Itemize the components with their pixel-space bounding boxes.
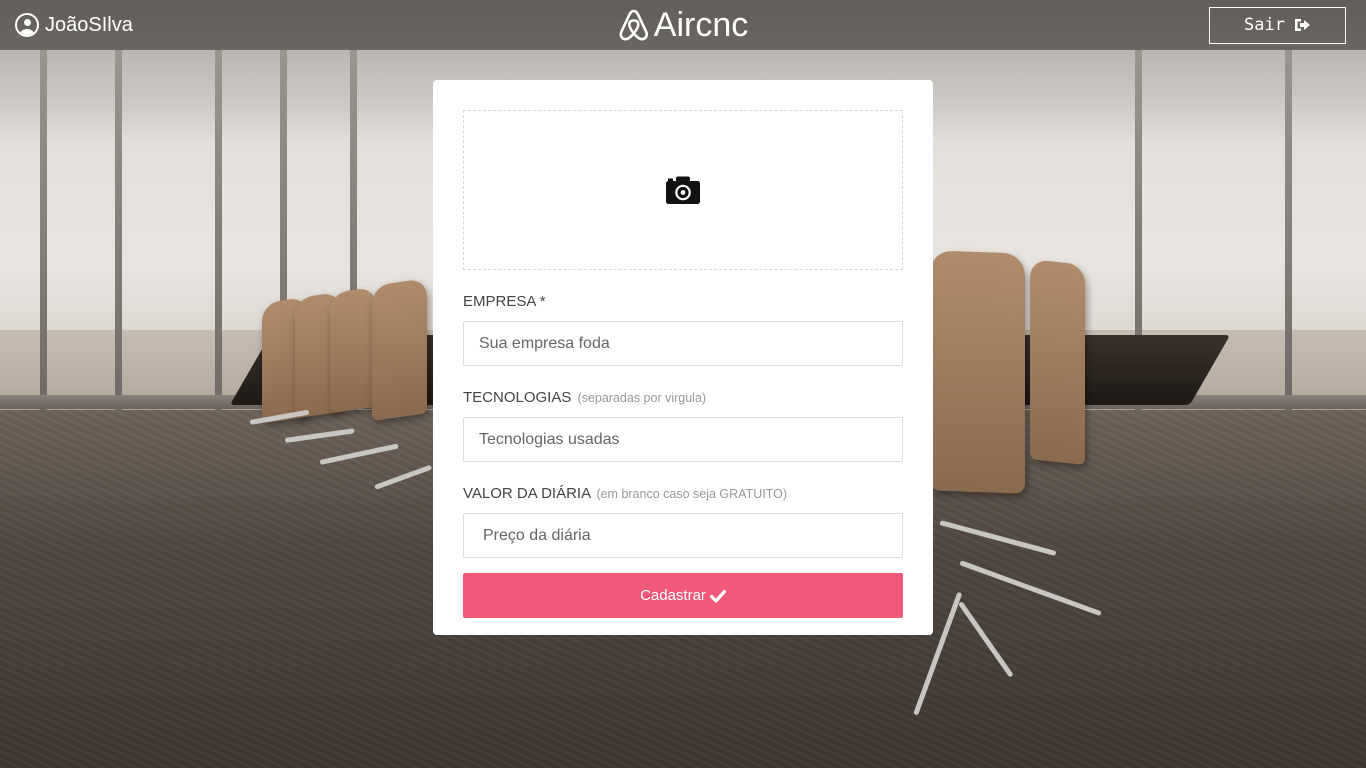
window-frame [115, 50, 122, 440]
user-circle-icon [15, 13, 39, 37]
submit-label: Cadastrar [640, 587, 706, 604]
top-bar: JoãoSIlva Aircnc Sair [0, 0, 1366, 50]
check-icon [709, 589, 726, 603]
price-hint: (em branco caso seja GRATUITO) [596, 487, 788, 501]
company-label-text: EMPRESA * [463, 293, 546, 310]
brand-name: Aircnc [653, 5, 749, 44]
techs-label-text: TECNOLOGIAS [463, 389, 572, 406]
price-label-text: VALOR DA DIÁRIA [463, 485, 591, 502]
techs-hint: (separadas por virgula) [577, 391, 707, 405]
new-spot-card: EMPRESA * TECNOLOGIAS (separadas por vir… [433, 80, 933, 635]
logout-button[interactable]: Sair [1209, 6, 1346, 44]
sign-out-icon [1294, 19, 1310, 31]
chair [330, 286, 376, 414]
chair [1030, 259, 1085, 465]
user-name: JoãoSIlva [45, 13, 133, 36]
techs-input[interactable] [463, 417, 903, 462]
company-label: EMPRESA * [463, 293, 903, 311]
price-label: VALOR DA DIÁRIA (em branco caso seja GRA… [463, 485, 903, 503]
airbnb-logo-icon [619, 9, 649, 41]
window-frame [40, 50, 47, 440]
window-frame [215, 50, 222, 440]
price-input[interactable] [463, 513, 903, 558]
user-profile[interactable]: JoãoSIlva [15, 13, 133, 37]
brand-logo[interactable]: Aircnc [618, 0, 748, 50]
techs-label: TECNOLOGIAS (separadas por virgula) [463, 389, 903, 407]
window-frame [1285, 50, 1292, 440]
camera-icon [666, 176, 700, 204]
chair [372, 278, 427, 421]
submit-button[interactable]: Cadastrar [463, 573, 903, 618]
thumbnail-upload[interactable] [463, 110, 903, 270]
logout-label: Sair [1244, 15, 1285, 35]
company-input[interactable] [463, 321, 903, 366]
chair [930, 250, 1025, 494]
